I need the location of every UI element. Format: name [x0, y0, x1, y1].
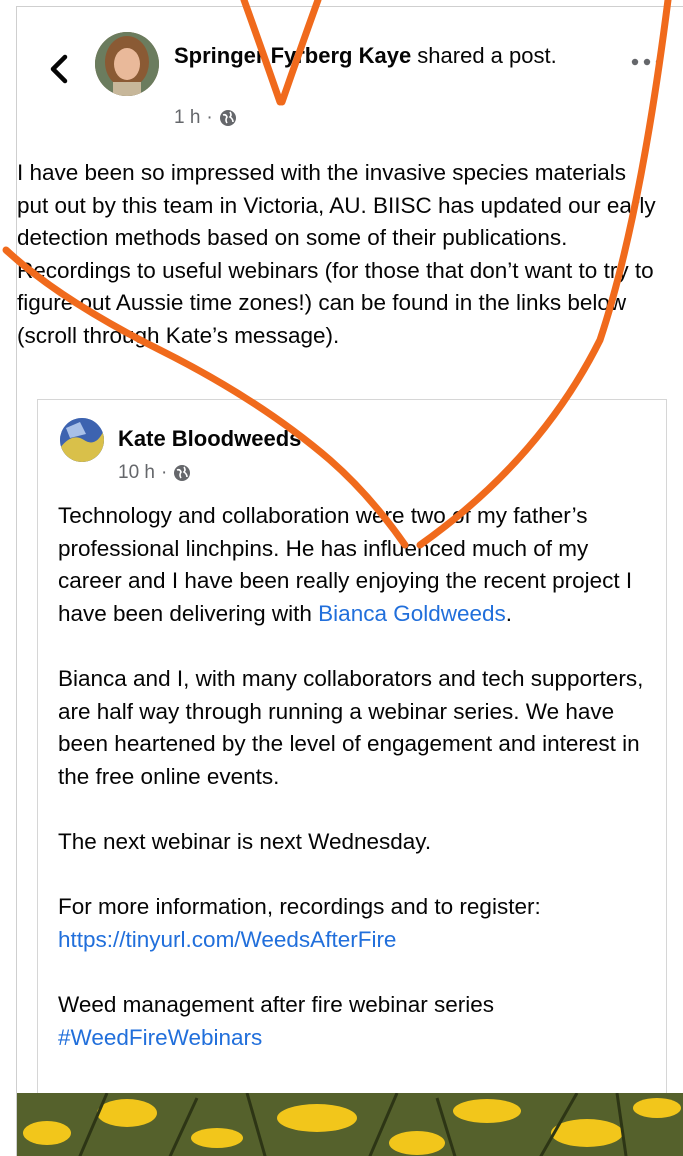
- author-avatar[interactable]: [95, 32, 159, 96]
- post-frame: Springer Fyrberg Kaye shared a post. 1 h…: [16, 6, 683, 1156]
- meta-separator: ·: [206, 107, 213, 128]
- author-name[interactable]: Springer Fyrberg Kaye: [174, 43, 411, 68]
- more-horizontal-icon: [631, 58, 663, 66]
- chevron-left-icon: [50, 54, 68, 84]
- shared-post-card[interactable]: Kate Bloodweeds 10 h · Technology and co…: [37, 399, 667, 1139]
- post-meta: 1 h ·: [174, 107, 237, 129]
- shared-post-body: Technology and collaboration were two of…: [58, 500, 658, 1087]
- shared-paragraph-5: Weed management after fire webinar serie…: [58, 991, 495, 1050]
- hashtag-link[interactable]: #WeedFireWebinars: [58, 1025, 262, 1050]
- shared-author-avatar[interactable]: [60, 418, 104, 462]
- globe-icon: [174, 465, 191, 481]
- share-action: shared a post.: [411, 43, 557, 68]
- shared-paragraph-2: Bianca and I, with many collaborators an…: [58, 665, 644, 789]
- shared-author-name[interactable]: Kate Bloodweeds: [118, 426, 301, 452]
- post-header-text: Springer Fyrberg Kaye shared a post.: [174, 39, 604, 73]
- url-link[interactable]: https://tinyurl.com/WeedsAfterFire: [58, 927, 396, 952]
- shared-paragraph-3: The next webinar is next Wednesday.: [58, 828, 432, 854]
- shared-meta: 10 h ·: [118, 462, 191, 484]
- post-photo[interactable]: [17, 1093, 683, 1156]
- globe-icon: [219, 110, 236, 126]
- post-time[interactable]: 1 h: [174, 107, 200, 129]
- shared-paragraph-4: For more information, recordings and to …: [58, 894, 541, 952]
- back-button[interactable]: [45, 51, 75, 87]
- more-options-button[interactable]: [629, 55, 665, 69]
- shared-post-time[interactable]: 10 h: [118, 462, 155, 484]
- post-body: I have been so impressed with the invasi…: [17, 160, 656, 348]
- meta-separator: ·: [160, 462, 168, 483]
- mention-link[interactable]: Bianca Goldweeds: [318, 601, 506, 626]
- shared-paragraph-1: Technology and collaboration were two of…: [58, 503, 633, 626]
